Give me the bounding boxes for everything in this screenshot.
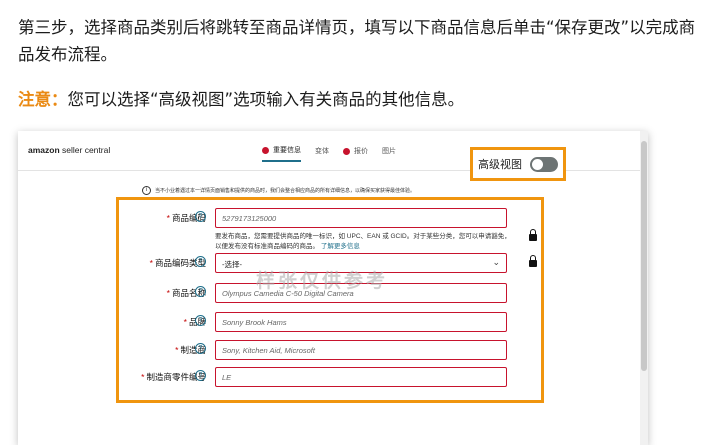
info-text: 当不小业着遇过本一详情页面销售和提供的商品时，我们会整合相应商品的所有详细信息，… — [155, 187, 416, 194]
chevron-down-icon: ⌄ — [492, 257, 500, 267]
help-icon[interactable]: ? — [195, 286, 206, 297]
part-number-input[interactable]: LE — [215, 367, 507, 387]
tab-images[interactable]: 图片 — [382, 145, 396, 162]
tab-label: 报价 — [354, 148, 368, 155]
product-details-form: * 商品编码 ? 5279173125000 要发布商品，您需要提供商品的唯一标识… — [116, 197, 544, 403]
product-id-input[interactable]: 5279173125000 — [215, 208, 507, 228]
product-id-type-select[interactable]: -选择- ⌄ — [215, 253, 507, 273]
help-icon[interactable]: ? — [195, 343, 206, 354]
advanced-view-label: 高级视图 — [478, 159, 522, 171]
help-icon[interactable]: ? — [195, 315, 206, 326]
info-icon: i — [142, 185, 151, 195]
brand-bold: amazon — [28, 145, 60, 155]
listing-tabs: 重要信息 变体 报价 图片 — [262, 145, 396, 162]
advanced-view-highlight: 高级视图 — [470, 147, 566, 181]
toggle-knob — [532, 158, 543, 170]
lock-icon — [529, 229, 537, 241]
tab-variations[interactable]: 变体 — [315, 145, 329, 162]
product-id-description: 要发布商品，您需要提供商品的唯一标识，如 UPC、EAN 或 GCID。对于某些… — [215, 233, 511, 250]
brand-rest: seller central — [59, 145, 111, 155]
error-dot-icon — [262, 146, 269, 154]
product-name-input[interactable]: Olympus Camedia C-50 Digital Camera — [215, 283, 507, 303]
scrollbar[interactable] — [640, 131, 648, 445]
note-paragraph: 注意：您可以选择“高级视图”选项输入有关商品的其他信息。 — [18, 87, 464, 113]
tab-label: 变体 — [315, 148, 329, 155]
intro-paragraph: 第三步，选择商品类别后将跳转至商品详情页，填写以下商品信息后单击“保存更改”以完… — [18, 18, 696, 64]
tab-important-info[interactable]: 重要信息 — [262, 145, 301, 162]
manufacturer-input[interactable]: Sony, Kitchen Aid, Microsoft — [215, 340, 507, 360]
scroll-thumb[interactable] — [641, 141, 647, 371]
tab-label: 图片 — [382, 148, 396, 155]
brand-input[interactable]: Sonny Brook Hams — [215, 312, 507, 332]
learn-more-link[interactable]: 了解更多信息 — [321, 243, 360, 250]
tab-label: 重要信息 — [273, 147, 301, 154]
info-banner: i 当不小业着遇过本一详情页面销售和提供的商品时，我们会整合相应商品的所有详细信… — [142, 183, 548, 197]
amazon-seller-central-logo: amazon seller central — [28, 145, 110, 155]
help-icon[interactable]: ? — [195, 211, 206, 222]
advanced-view-toggle[interactable] — [530, 156, 558, 172]
lock-icon — [529, 255, 537, 267]
error-dot-icon — [343, 147, 350, 155]
note-text: 您可以选择“高级视图”选项输入有关商品的其他信息。 — [67, 90, 465, 109]
seller-central-screenshot: amazon seller central 重要信息 变体 报价 图片 高级视图 — [18, 131, 648, 445]
help-icon[interactable]: ? — [195, 256, 206, 267]
tab-offer[interactable]: 报价 — [343, 145, 368, 162]
note-label: 注意： — [18, 90, 68, 109]
help-icon[interactable]: ? — [195, 370, 206, 381]
